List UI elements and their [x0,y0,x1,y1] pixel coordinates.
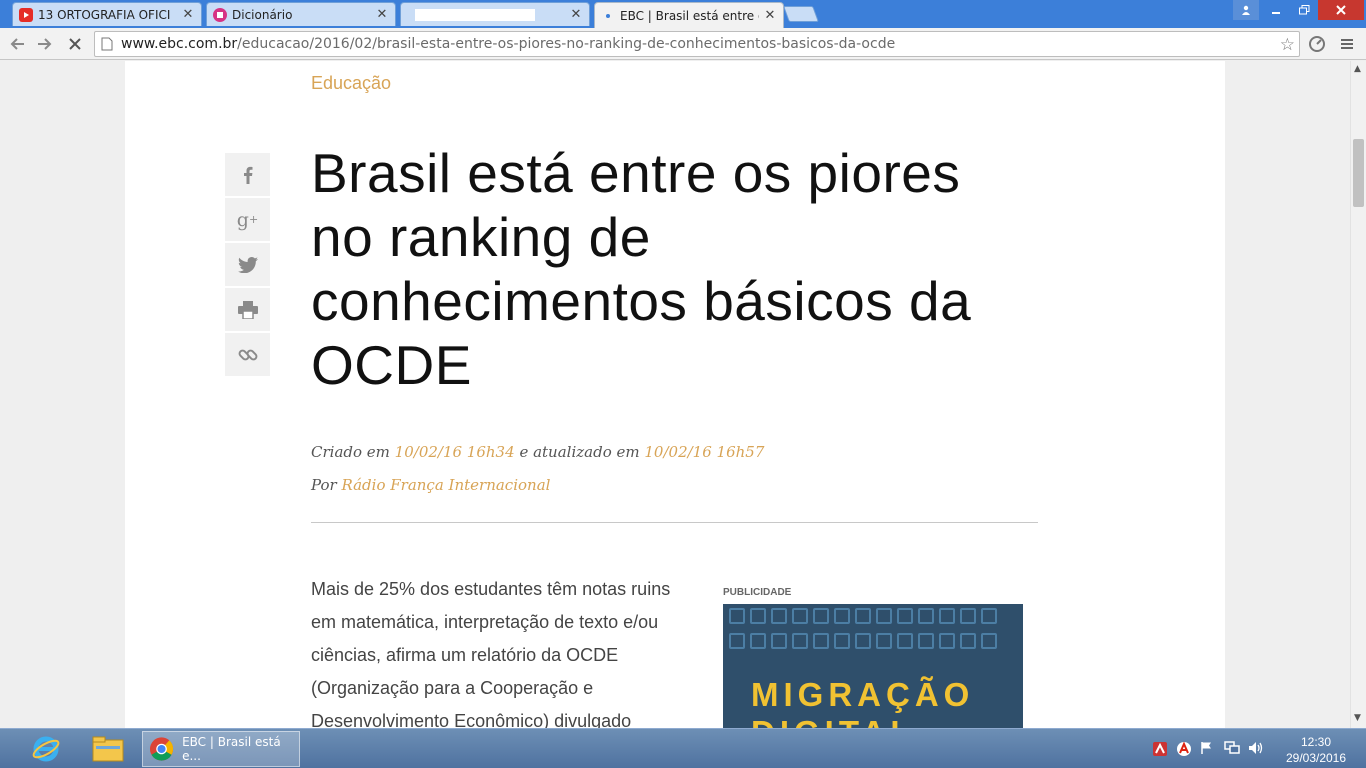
forward-button[interactable] [34,33,56,55]
divider [311,522,1038,523]
vertical-scrollbar[interactable]: ▲ ▼ [1350,61,1366,728]
browser-toolbar: www.ebc.com.br/educacao/2016/02/brasil-e… [0,28,1366,60]
minimize-button[interactable] [1262,0,1290,20]
close-icon [69,38,81,50]
page-viewport: Educação g + Brasil está entre os piores … [0,61,1350,728]
twitter-icon[interactable] [225,243,270,286]
scroll-up-icon[interactable]: ▲ [1354,64,1361,74]
link-icon[interactable] [225,333,270,376]
youtube-icon [19,7,33,22]
address-bar[interactable]: www.ebc.com.br/educacao/2016/02/brasil-e… [94,31,1300,57]
arrow-right-icon [38,38,52,50]
bookmark-star-icon[interactable]: ☆ [1280,35,1295,55]
tab-label: 13 ORTOGRAFIA OFICI [38,7,171,22]
author-label: Por [311,476,337,494]
dictionary-icon [213,7,227,22]
clock-time: 12:30 [1300,735,1332,749]
advertisement-banner[interactable]: MIGRAÇÃO DIGITAL [723,604,1023,728]
volume-icon[interactable] [1248,741,1264,759]
windows-taskbar: EBC | Brasil está e... 12:30 29/03/2016 [0,728,1366,768]
file-explorer-icon[interactable] [86,733,130,765]
stop-button[interactable] [64,33,86,55]
close-icon[interactable]: ✕ [181,7,195,22]
tab-dicionario[interactable]: Dicionário ✕ [206,2,396,26]
flag-icon[interactable] [1200,741,1214,759]
url-path: /educacao/2016/02/brasil-esta-entre-os-p… [237,36,896,52]
ad-subtitle: DIGITAL [751,714,916,728]
created-date: 10/02/16 16h34 [394,443,515,461]
author-link[interactable]: Rádio França Internacional [341,476,550,494]
close-icon[interactable]: ✕ [375,7,389,22]
tray-app-icon[interactable] [1152,741,1168,761]
loading-icon [601,9,615,23]
antivirus-icon[interactable] [1176,741,1192,761]
url-domain: www.ebc.com.br [121,36,238,52]
close-window-button[interactable] [1318,0,1364,20]
article-body: Mais de 25% dos estudantes têm notas rui… [311,579,671,728]
ad-pattern [723,604,1023,656]
menu-icon[interactable] [1336,33,1358,55]
tab-ortografia[interactable]: 13 ORTOGRAFIA OFICI ✕ [12,2,202,26]
updated-date: 10/02/16 16h57 [644,443,765,461]
tab-label: EBC | Brasil está entre os p [620,8,759,23]
clock-date: 29/03/2016 [1285,751,1347,765]
scroll-thumb[interactable] [1353,139,1364,207]
user-icon[interactable] [1233,0,1259,20]
taskbar-task-label: EBC | Brasil está e... [182,735,281,763]
browser-titlebar: 13 ORTOGRAFIA OFICI ✕ Dicionário ✕ ✕ EBC… [0,0,1366,28]
facebook-icon[interactable] [225,153,270,196]
tab-blank[interactable]: ✕ [400,2,590,26]
ad-title: MIGRAÇÃO [751,676,975,713]
new-tab-button[interactable] [783,6,819,22]
chrome-icon [149,737,174,761]
tab-label: Dicionário [232,7,293,22]
article-dates: Criado em 10/02/16 16h34 e atualizado em… [311,443,764,461]
google-plus-icon[interactable]: g + [225,198,270,241]
article-author: Por Rádio França Internacional [311,476,550,494]
extension-icon[interactable] [1306,33,1328,55]
tab-label [415,8,535,21]
scroll-down-icon[interactable]: ▼ [1354,713,1361,723]
article-headline: Brasil está entre os piores no ranking d… [311,142,972,396]
restore-button[interactable] [1290,0,1318,20]
close-icon[interactable]: ✕ [763,8,777,23]
page-icon [101,37,113,51]
share-bar: g + [225,153,270,378]
arrow-left-icon [10,38,24,50]
print-icon[interactable] [225,288,270,331]
ad-label: PUBLICIDADE [723,587,792,598]
taskbar-clock[interactable]: 12:30 29/03/2016 [1276,734,1356,766]
tab-ebc[interactable]: EBC | Brasil está entre os p ✕ [594,2,784,28]
close-icon[interactable]: ✕ [569,7,583,22]
article: Educação g + Brasil está entre os piores … [125,61,1225,728]
taskbar-chrome-task[interactable]: EBC | Brasil está e... [142,731,300,767]
created-label: Criado em [311,443,390,461]
back-button[interactable] [6,33,28,55]
internet-explorer-icon[interactable] [24,733,68,765]
updated-label: e atualizado em [519,443,640,461]
network-icon[interactable] [1224,741,1240,759]
category-link[interactable]: Educação [311,73,391,94]
